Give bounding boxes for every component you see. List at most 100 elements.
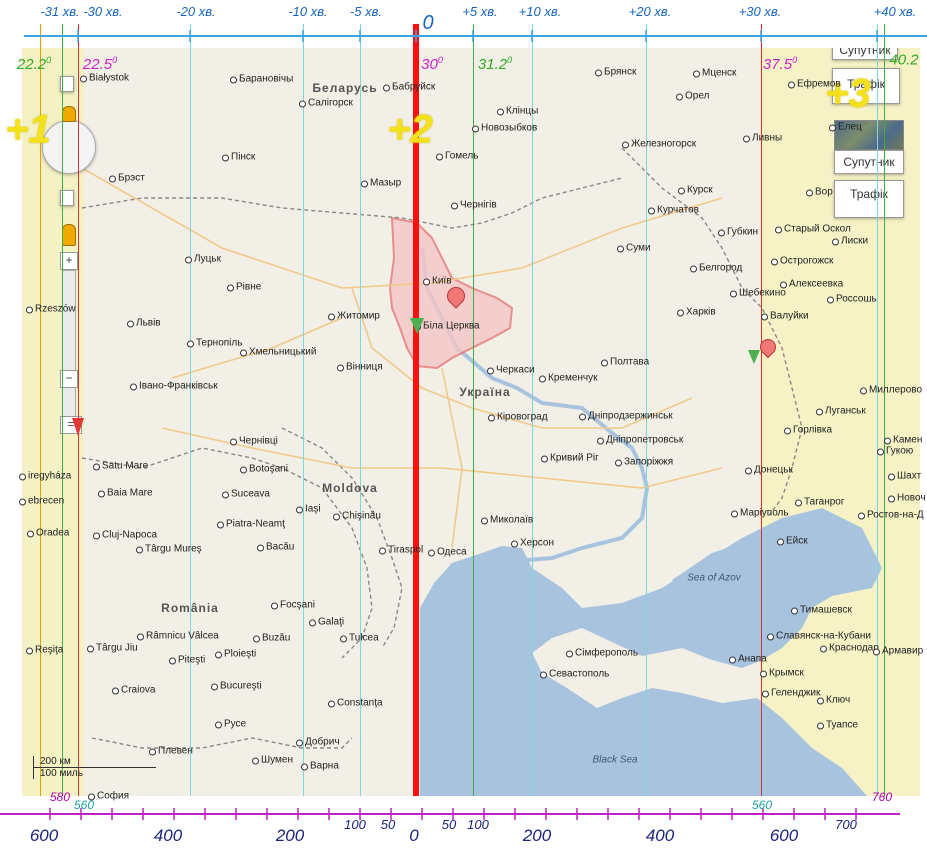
ct-dniprodzerzhynsk: Дніпродзержинськ [579, 410, 673, 422]
ct-valuyki: Валуйки [761, 310, 809, 322]
t40: +40 хв. [873, 4, 917, 19]
ct-sumy: Суми [617, 242, 651, 254]
ct-efremov: Ефремов [788, 78, 841, 90]
map-screenshot: + − = Супутник Трафік Супутник Трафік -3… [0, 0, 927, 850]
d225: 22.50 [82, 55, 118, 73]
ct-vinnytsia: Вінниця [337, 361, 383, 373]
ct-baranovichi: Барановічы [229, 73, 294, 85]
pegman-icon[interactable] [62, 224, 76, 246]
ct-slavyansk: Славянск-на-Кубани [767, 630, 871, 642]
scale-km: 200 км [33, 756, 156, 768]
satellite-button-top[interactable]: Супутник [832, 48, 898, 60]
ct-pitesti: Piteşti [168, 654, 206, 666]
ct-zhytomyr: Житомир [328, 310, 380, 322]
scale-miles: 100 миль [33, 768, 116, 779]
pegman-icon-top[interactable] [62, 106, 76, 122]
b200r: 200 [522, 826, 552, 845]
t10: +10 хв. [518, 4, 562, 19]
zoom-in-button[interactable]: + [60, 252, 78, 270]
ct-debrecen: ebrecen [18, 495, 65, 507]
ct-taganrog: Таганрог [795, 496, 845, 508]
ct-simferopol: Сімферополь [565, 647, 639, 659]
ct-chernivtsi: Чернівці [230, 435, 278, 447]
ct-suceava: Suceava [222, 488, 270, 500]
ct-khmelnytskyi: Хмельницький [239, 346, 317, 358]
zoom-out-button[interactable]: − [60, 370, 78, 388]
ct-zheleznogorsk: Железногорск [621, 138, 697, 150]
t-30: -30 хв. [83, 4, 123, 19]
ct-krasnodar: Краснодар [820, 642, 879, 654]
ct-dnipropetrovsk: Дніпропетровськ [596, 434, 684, 446]
ct-mtsensk: Мценск [692, 67, 737, 79]
ct-craiova: Craiova [111, 684, 156, 696]
ct-oradea: Oradea [26, 527, 70, 539]
m580: 580 [49, 790, 71, 804]
z1: +1 [5, 107, 51, 152]
ct-iasi: Iaşi [296, 503, 321, 515]
ct-ivanofrankivsk: Івано-Франківськ [130, 380, 218, 392]
ct-tiraspol: Tiraspol [378, 544, 424, 556]
ct-gubkin: Губкин [717, 226, 759, 238]
ct-ruse: Русе [214, 718, 247, 730]
ct-constanta: Constanţa [328, 697, 383, 709]
d402: 40.2 [889, 51, 919, 69]
ct-timashevsk: Тимашевск [791, 604, 852, 616]
ct-stary: Старый Оскол [775, 223, 851, 235]
m760: 760 [871, 790, 893, 804]
ct-lviv: Львів [127, 317, 161, 329]
time-line-11 [876, 24, 878, 850]
time-line-2 [77, 24, 79, 850]
ct-piatraneamt: Piatra-Neamţ [217, 518, 285, 530]
ct-novozybkov: Новозыбков [471, 122, 538, 134]
ct-rzeszow: Rzeszów [26, 303, 76, 315]
traffic-button[interactable]: Трафік [834, 180, 904, 218]
border-moldova [281, 427, 403, 649]
ct-rivne: Рівне [226, 281, 262, 293]
ct-mykolaiv: Миколаїв [480, 514, 534, 526]
d312: 31.20 [477, 55, 513, 73]
t-31: -31 хв. [40, 4, 80, 19]
ct-zaporizhzhia: Запоріжжя [614, 456, 674, 468]
s700: 700 [835, 817, 857, 832]
ct-gukovo: Гукою [876, 445, 914, 457]
ct-alekseevka: Алексеевка [779, 278, 844, 290]
s50r: 50 [441, 817, 457, 832]
d30: 300 [421, 55, 443, 73]
ct-bacau: Bacău [256, 541, 295, 553]
ct-varna: Варна [301, 760, 339, 772]
time-line-7 [472, 24, 474, 850]
marker-green-east[interactable] [748, 350, 760, 364]
ct-belgorod: Белгород [689, 262, 743, 274]
ct-shumen: Шумен [251, 754, 294, 766]
marker-green[interactable] [410, 318, 424, 334]
marker-red-west[interactable] [72, 418, 84, 436]
ct-sevastopol: Севастополь [539, 668, 610, 680]
ct-cherkasy: Черкаси [487, 364, 535, 376]
ct-kremenchuk: Кременчук [539, 372, 598, 384]
ct-poltava: Полтава [600, 356, 650, 368]
ct-kherson: Херсон [511, 537, 554, 549]
z2: +2 [387, 107, 433, 152]
map-scale-legend: 200 км 100 миль [33, 756, 156, 779]
ct-baiamare: Baia Mare [98, 487, 153, 499]
c-ukraine: Україна [459, 385, 511, 399]
ct-botosani: Botoşani [240, 463, 288, 475]
zoom-slider-track[interactable] [62, 270, 76, 432]
ct-nyiregyhaza: iregyháza [18, 470, 72, 482]
satellite-button[interactable]: Супутник [834, 150, 904, 174]
t-5: -5 хв. [349, 4, 383, 19]
ct-satumare: Satu Mare [92, 460, 149, 472]
ct-armavir: Армавир [872, 645, 924, 657]
ct-ostrog: Острогожск [770, 255, 834, 267]
ct-targujiu: Târgu Jiu [87, 642, 138, 654]
ct-ternopil: Тернопіль [186, 337, 243, 349]
ct-kryvyirih: Кривий Ріг [541, 452, 599, 464]
ct-klintsy: Клінцы [496, 105, 539, 117]
s50l: 50 [380, 817, 396, 832]
ct-ramnicuvalcea: Râmnicu Vâlcea [137, 630, 219, 642]
ct-luhansk: Луганськ [816, 405, 866, 417]
ct-mazyr: Мазыр [360, 177, 402, 189]
time-line-10 [760, 24, 762, 850]
ct-liski: Лиски [831, 235, 869, 247]
ct-buzau: Buzău [252, 632, 291, 644]
